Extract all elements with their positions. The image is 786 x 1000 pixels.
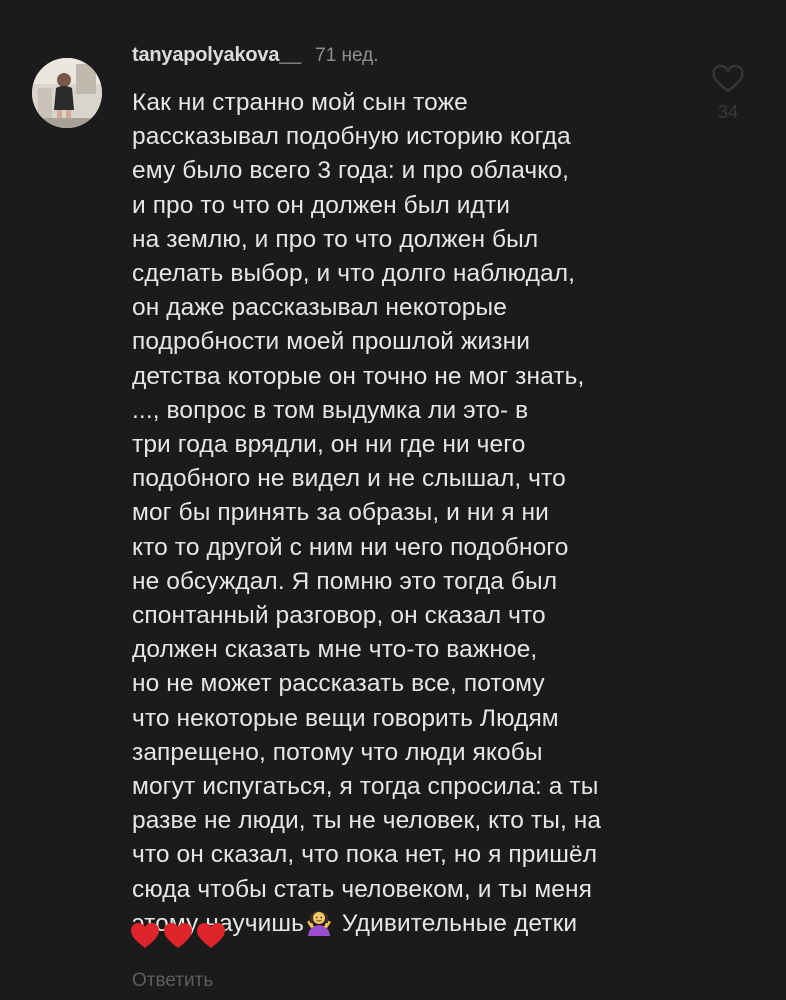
avatar[interactable] <box>32 58 102 128</box>
comment-line: разве не люди, ты не человек, кто ты, на <box>132 807 602 835</box>
comment-line: запрещено, потому что люди якобы <box>132 738 543 766</box>
person-shrugging-emoji-icon <box>307 910 332 936</box>
red-heart-icon <box>131 923 159 948</box>
comment-header: tanyapolyakova__ 71 нед. <box>132 44 379 67</box>
comment-line: три года врядли, он ни где ни чего <box>132 431 526 459</box>
comment-line: что некоторые вещи говорить Людям <box>132 704 559 732</box>
comment-line: он даже рассказывал некоторые <box>132 294 507 322</box>
comment-line: мог бы принять за образы, и ни я ни <box>132 499 549 527</box>
red-heart-icon <box>164 923 192 948</box>
like-column: 34 <box>704 64 752 123</box>
comment-text: Как ни странно мой сын тоже рассказывал … <box>132 86 692 941</box>
comment-line: и про то что он должен был идти <box>132 191 511 219</box>
username[interactable]: tanyapolyakova__ <box>132 44 301 67</box>
comment-line: подробности моей прошлой жизни <box>132 328 531 356</box>
reply-button[interactable]: Ответить <box>132 970 213 992</box>
comment-line: детства которые он точно не мог знать, <box>132 362 585 390</box>
comment-line: что он сказал, что пока нет, но я пришёл <box>132 841 598 869</box>
comment-line: должен сказать мне что-то важное, <box>132 636 538 664</box>
comment-line-end: Удивительные детки <box>335 909 578 937</box>
comment-line: рассказывал подобную историю когда <box>132 123 571 151</box>
comment-line: не обсуждал. Я помню это тогда был <box>132 567 558 595</box>
comment-line: подобного не видел и не слышал, что <box>132 465 566 493</box>
comment-line: спонтанный разговор, он сказал что <box>132 602 546 630</box>
hearts-row <box>130 922 226 950</box>
comment-line: но не может рассказать все, потому <box>132 670 545 698</box>
comment-line: ..., вопрос в том выдумка ли это- в <box>132 396 529 424</box>
comment-line: ему было всего 3 года: и про облачко, <box>132 157 569 185</box>
avatar-photo <box>32 58 102 128</box>
red-heart-icon <box>197 923 225 948</box>
comment-line: сюда чтобы стать человеком, и ты меня <box>132 875 592 903</box>
comment-line: кто то другой с ним ни чего подобного <box>132 533 569 561</box>
heart-outline-icon[interactable] <box>711 64 745 94</box>
like-count: 34 <box>717 102 739 122</box>
timestamp: 71 нед. <box>315 45 379 66</box>
comment: tanyapolyakova__ 71 нед. Как ни странно … <box>0 0 786 1000</box>
comment-line: Как ни странно мой сын тоже <box>132 89 468 116</box>
comment-line: на землю, и про то что должен был <box>132 225 539 253</box>
comment-line: сделать выбор, и что долго наблюдал, <box>132 260 576 288</box>
comment-line: могут испугаться, я тогда спросила: а ты <box>132 773 599 801</box>
